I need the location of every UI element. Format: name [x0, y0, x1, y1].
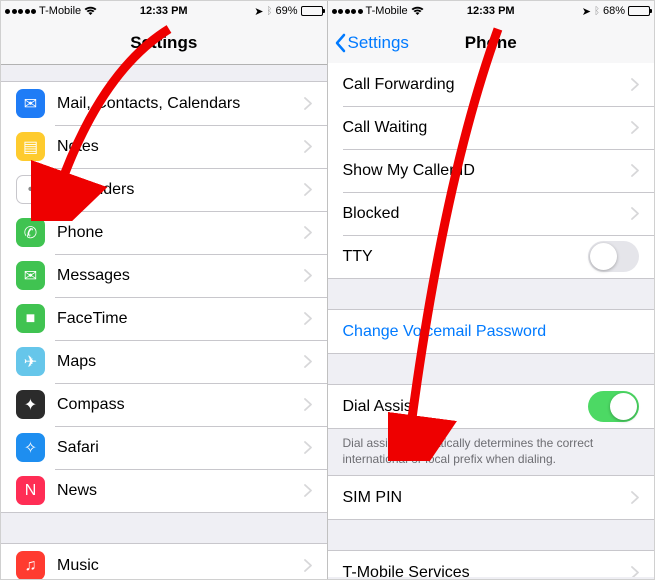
chevron-right-icon [304, 441, 312, 454]
tty-switch[interactable] [588, 241, 639, 272]
clock: 12:33 PM [467, 5, 515, 17]
chevron-right-icon [304, 140, 312, 153]
clock: 12:33 PM [140, 5, 188, 17]
chevron-right-icon [304, 398, 312, 411]
row-change-voicemail-password[interactable]: Change Voicemail Password [328, 310, 655, 353]
chevron-right-icon [304, 355, 312, 368]
settings-screen: T-Mobile 12:33 PM ➤ ᛒ 69% Settings ✉ Mail… [1, 1, 328, 579]
row-facetime[interactable]: ■ FaceTime [1, 297, 327, 340]
row-reminders[interactable]: • Reminders [1, 168, 327, 211]
row-t-mobile-services[interactable]: T-Mobile Services [328, 551, 655, 577]
row-label: Safari [57, 439, 304, 457]
row-label: Show My Caller ID [343, 162, 632, 180]
status-bar: T-Mobile 12:33 PM ➤ ᛒ 68% [328, 1, 655, 21]
back-button[interactable]: Settings [334, 33, 409, 53]
dial-assist-footer: Dial assist automatically determines the… [328, 429, 655, 475]
row-call-forwarding[interactable]: Call Forwarding [328, 63, 655, 106]
chevron-right-icon [304, 97, 312, 110]
row-label: Call Waiting [343, 119, 632, 137]
row-notes[interactable]: ▤ Notes [1, 125, 327, 168]
notes-icon: ▤ [16, 132, 45, 161]
row-label: Notes [57, 138, 304, 156]
chevron-right-icon [631, 207, 639, 220]
row-label: Mail, Contacts, Calendars [57, 95, 304, 113]
row-label: Change Voicemail Password [343, 323, 640, 341]
news-icon: N [16, 476, 45, 505]
chevron-right-icon [304, 226, 312, 239]
row-mail-contacts-calendars[interactable]: ✉ Mail, Contacts, Calendars [1, 82, 327, 125]
nav-bar: Settings Phone [328, 21, 655, 65]
phone-settings-screen: T-Mobile 12:33 PM ➤ ᛒ 68% Settings Phone… [328, 1, 655, 579]
dial-assist-switch[interactable] [588, 391, 639, 422]
row-news[interactable]: N News [1, 469, 327, 512]
wifi-icon [411, 6, 424, 16]
row-dial-assist[interactable]: Dial Assist [328, 385, 655, 428]
mail-contacts-calendars-icon: ✉ [16, 89, 45, 118]
carrier-label: T-Mobile [366, 5, 408, 17]
location-icon: ➤ [582, 5, 591, 18]
row-compass[interactable]: ✦ Compass [1, 383, 327, 426]
bluetooth-icon: ᛒ [266, 6, 272, 17]
chevron-right-icon [631, 491, 639, 504]
row-label: Blocked [343, 205, 632, 223]
messages-icon: ✉ [16, 261, 45, 290]
row-blocked[interactable]: Blocked [328, 192, 655, 235]
row-label: Dial Assist [343, 398, 589, 416]
wifi-icon [84, 6, 97, 16]
row-label: TTY [343, 248, 589, 266]
row-maps[interactable]: ✈ Maps [1, 340, 327, 383]
page-title: Settings [130, 33, 197, 53]
row-phone[interactable]: ✆ Phone [1, 211, 327, 254]
chevron-right-icon [304, 312, 312, 325]
chevron-right-icon [631, 164, 639, 177]
battery-icon [301, 6, 323, 16]
row-label: SIM PIN [343, 489, 632, 507]
row-label: Messages [57, 267, 304, 285]
row-label: Music [57, 557, 304, 575]
safari-icon: ✧ [16, 433, 45, 462]
facetime-icon: ■ [16, 304, 45, 333]
maps-icon: ✈ [16, 347, 45, 376]
phone-icon: ✆ [16, 218, 45, 247]
chevron-right-icon [304, 484, 312, 497]
battery-pct: 69% [275, 5, 297, 17]
row-label: Maps [57, 353, 304, 371]
nav-bar: Settings [1, 21, 327, 65]
music-icon: ♫ [16, 551, 45, 579]
row-call-waiting[interactable]: Call Waiting [328, 106, 655, 149]
row-label: Compass [57, 396, 304, 414]
row-music[interactable]: ♫ Music [1, 544, 327, 579]
status-bar: T-Mobile 12:33 PM ➤ ᛒ 69% [1, 1, 327, 21]
reminders-icon: • [16, 175, 45, 204]
carrier-label: T-Mobile [39, 5, 81, 17]
row-show-my-caller-id[interactable]: Show My Caller ID [328, 149, 655, 192]
signal-dots-icon [332, 9, 363, 14]
bluetooth-icon: ᛒ [594, 6, 600, 17]
chevron-right-icon [304, 269, 312, 282]
location-icon: ➤ [254, 5, 263, 18]
row-messages[interactable]: ✉ Messages [1, 254, 327, 297]
row-tty[interactable]: TTY [328, 235, 655, 278]
row-label: Call Forwarding [343, 76, 632, 94]
chevron-right-icon [304, 559, 312, 572]
row-label: Phone [57, 224, 304, 242]
row-safari[interactable]: ✧ Safari [1, 426, 327, 469]
chevron-left-icon [334, 33, 346, 53]
row-sim-pin[interactable]: SIM PIN [328, 476, 655, 519]
row-label: T-Mobile Services [343, 564, 632, 577]
page-title: Phone [465, 33, 517, 53]
back-label: Settings [348, 33, 409, 53]
row-label: FaceTime [57, 310, 304, 328]
chevron-right-icon [304, 183, 312, 196]
row-label: News [57, 482, 304, 500]
signal-dots-icon [5, 9, 36, 14]
battery-pct: 68% [603, 5, 625, 17]
chevron-right-icon [631, 78, 639, 91]
row-label: Reminders [57, 181, 304, 199]
chevron-right-icon [631, 121, 639, 134]
chevron-right-icon [631, 566, 639, 577]
battery-icon [628, 6, 650, 16]
compass-icon: ✦ [16, 390, 45, 419]
